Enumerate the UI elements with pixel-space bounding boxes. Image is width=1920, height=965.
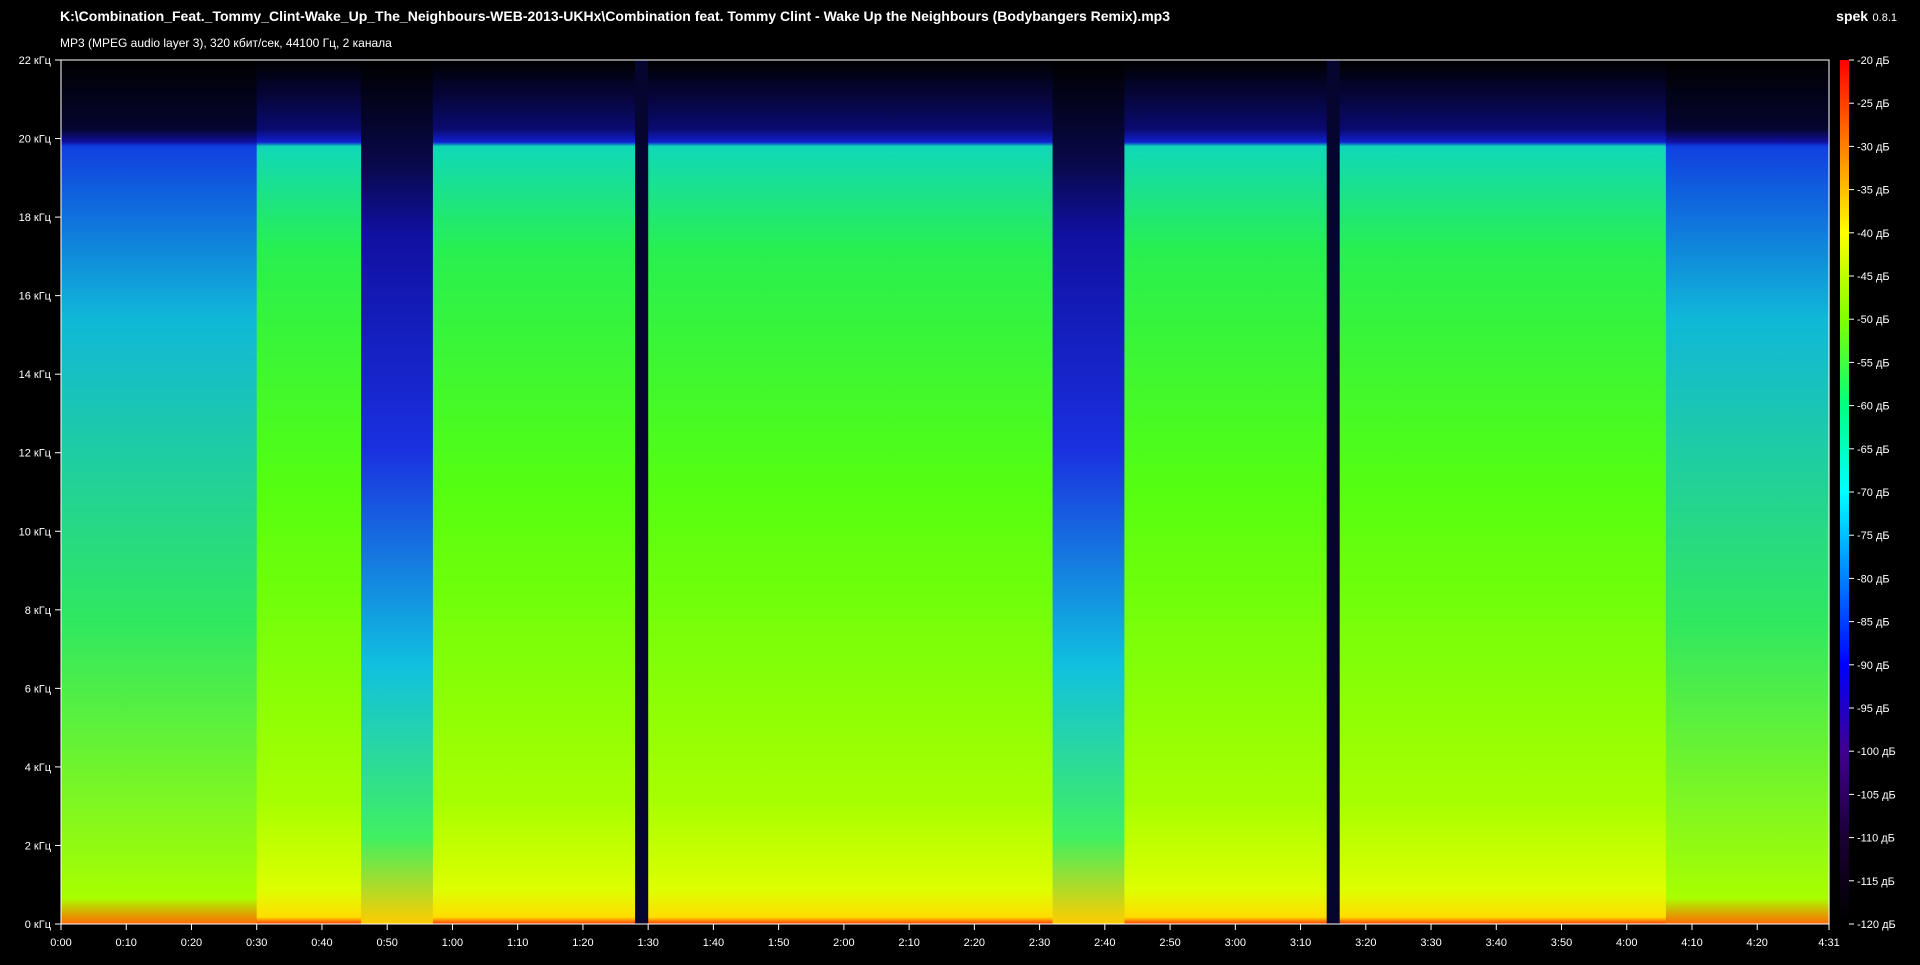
spectrogram-section [61, 60, 160, 924]
color-scale-label: -95 дБ [1857, 703, 1890, 715]
x-tick-label: 0:40 [311, 937, 332, 949]
color-scale-label: -60 дБ [1857, 401, 1890, 413]
spectrogram-section [1665, 60, 1830, 924]
spectrogram-section [256, 60, 362, 924]
x-tick-label: 1:40 [703, 937, 724, 949]
x-tick-label: 1:00 [442, 937, 463, 949]
color-scale-label: -45 дБ [1857, 271, 1890, 283]
x-tick-label: 1:10 [507, 937, 528, 949]
frequency-axis: 0 кГц 2 кГц 4 кГц 6 кГц 8 кГц 10 кГц 12 кГц 14 … [19, 55, 61, 931]
color-scale-label: -105 дБ [1857, 789, 1896, 801]
color-scale-label: -40 дБ [1857, 228, 1890, 240]
y-tick-label: 20 кГц [19, 134, 52, 146]
color-scale-label: -65 дБ [1857, 444, 1890, 456]
color-scale-label: -115 дБ [1857, 876, 1895, 888]
color-scale-label: -25 дБ [1857, 98, 1890, 110]
color-scale-label: -30 дБ [1857, 141, 1890, 153]
x-tick-label: 0:30 [246, 937, 267, 949]
y-tick-label: 6 кГц [25, 683, 52, 695]
color-scale-label: -50 дБ [1857, 314, 1890, 326]
y-tick-label: 12 кГц [19, 448, 52, 460]
spectrogram-section [1326, 60, 1341, 924]
color-scale-bar [1840, 60, 1849, 924]
x-tick-label: 3:40 [1486, 937, 1507, 949]
color-scale-label: -120 дБ [1857, 919, 1896, 931]
spectrogram-section [1052, 60, 1125, 924]
spectrogram-window: K:\Combination_Feat._Tommy_Clint-Wake_Up… [0, 0, 1920, 965]
x-tick-label: 3:30 [1420, 937, 1441, 949]
y-tick-label: 2 кГц [25, 840, 52, 852]
y-tick-label: 22 кГц [19, 55, 52, 67]
x-tick-label: 3:00 [1225, 937, 1246, 949]
spectrogram-section [1339, 60, 1667, 924]
x-tick-label: 2:30 [1029, 937, 1050, 949]
color-scale-label: -55 дБ [1857, 357, 1890, 369]
spectrogram-sections [61, 60, 1830, 924]
x-tick-label: 1:20 [572, 937, 593, 949]
x-tick-label: 3:50 [1551, 937, 1572, 949]
x-tick-label: 3:20 [1355, 937, 1376, 949]
color-scale-label: -80 дБ [1857, 573, 1890, 585]
x-tick-label: 4:10 [1681, 937, 1702, 949]
x-tick-label: 1:30 [637, 937, 658, 949]
x-tick-label: 2:40 [1094, 937, 1115, 949]
color-scale: -20 дБ -25 дБ -30 дБ -35 дБ -40 дБ -45 дБ -50 … [1840, 55, 1896, 931]
y-tick-label: 8 кГц [25, 605, 52, 617]
y-tick-label: 0 кГц [25, 919, 52, 931]
x-tick-label: 4:31 [1818, 937, 1839, 949]
x-tick-label: 0:10 [116, 937, 137, 949]
color-scale-label: -35 дБ [1857, 185, 1890, 197]
x-tick-label: 3:10 [1290, 937, 1311, 949]
y-tick-label: 18 кГц [19, 212, 52, 224]
spectrogram-section [158, 60, 258, 924]
y-tick-label: 16 кГц [19, 291, 52, 303]
x-tick-label: 0:00 [50, 937, 71, 949]
y-tick-label: 14 кГц [19, 369, 52, 381]
x-tick-label: 4:00 [1616, 937, 1637, 949]
color-scale-label: -90 дБ [1857, 660, 1890, 672]
color-scale-label: -20 дБ [1857, 55, 1890, 67]
x-tick-label: 0:20 [181, 937, 202, 949]
spectrogram-section [635, 60, 649, 924]
x-tick-label: 2:50 [1159, 937, 1180, 949]
spectrogram-section [432, 60, 636, 924]
x-tick-label: 2:00 [833, 937, 854, 949]
time-axis: 0:00 0:10 0:20 0:30 0:40 0:50 1:00 1:10 1:20 1:30… [50, 924, 1840, 949]
color-scale-label: -85 дБ [1857, 617, 1890, 629]
x-tick-label: 2:20 [964, 937, 985, 949]
color-scale-label: -110 дБ [1857, 833, 1895, 845]
x-tick-label: 0:50 [376, 937, 397, 949]
x-tick-label: 2:10 [898, 937, 919, 949]
y-tick-label: 10 кГц [19, 526, 52, 538]
spectrogram-section [361, 60, 434, 924]
color-scale-label: -75 дБ [1857, 530, 1890, 542]
spectrogram-section [648, 60, 1054, 924]
x-tick-label: 1:50 [768, 937, 789, 949]
spectrogram-plot: 0 кГц 2 кГц 4 кГц 6 кГц 8 кГц 10 кГц 12 кГц 14 … [19, 55, 1896, 949]
y-tick-label: 4 кГц [25, 762, 52, 774]
spectrogram-section [1124, 60, 1328, 924]
color-scale-label: -100 дБ [1857, 746, 1896, 758]
color-scale-label: -70 дБ [1857, 487, 1890, 499]
x-tick-label: 4:20 [1747, 937, 1768, 949]
